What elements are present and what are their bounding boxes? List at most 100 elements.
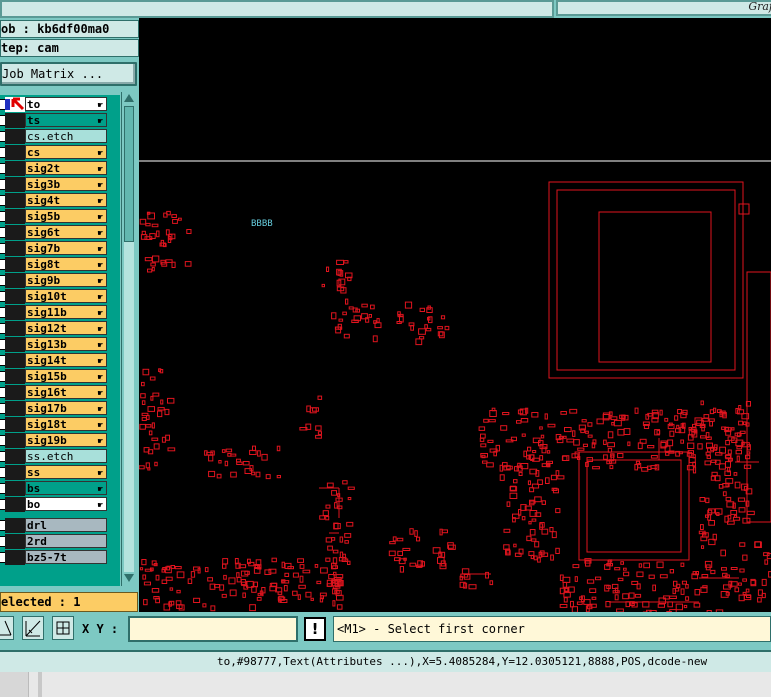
layer-color-swatch[interactable] — [5, 177, 25, 192]
layer-color-swatch[interactable] — [5, 145, 25, 160]
hand-icon: ☛ — [97, 117, 103, 127]
scroll-up-arrow-icon[interactable] — [124, 94, 134, 102]
layer-color-swatch[interactable] — [5, 113, 25, 128]
layer-separator[interactable]: ss.etch — [0, 449, 120, 464]
graphics-canvas[interactable]: BBBB — [139, 18, 771, 612]
pcb-pad — [342, 311, 347, 316]
layer-color-swatch[interactable] — [5, 225, 25, 240]
layer-row[interactable]: bs ☛ — [0, 481, 120, 496]
zoom-arrow-button[interactable] — [0, 616, 14, 640]
layer-color-swatch[interactable] — [5, 401, 25, 416]
layer-color-swatch[interactable] — [5, 289, 25, 304]
layer-color-swatch[interactable] — [5, 433, 25, 448]
layer-row[interactable]: sig14t ☛ — [0, 353, 120, 368]
layer-row[interactable]: cs ☛ — [0, 145, 120, 160]
pcb-pad — [687, 442, 695, 450]
layer-row[interactable]: sig5b ☛ — [0, 209, 120, 224]
pcb-pad — [142, 368, 150, 376]
layer-color-swatch[interactable] — [5, 497, 25, 512]
pcb-pad — [534, 496, 542, 503]
layer-color-swatch[interactable] — [5, 465, 25, 480]
layer-list-scrollbar[interactable] — [121, 92, 137, 586]
layer-row[interactable]: sig17b ☛ — [0, 401, 120, 416]
grid-snap-button[interactable] — [52, 616, 74, 640]
layer-row[interactable]: sig3b ☛ — [0, 177, 120, 192]
layer-color-swatch[interactable] — [5, 534, 25, 549]
pcb-pad — [703, 414, 710, 419]
layer-color-swatch[interactable] — [5, 353, 25, 368]
measure-button[interactable] — [22, 616, 44, 640]
layer-separator[interactable]: cs.etch — [0, 129, 120, 144]
layer-color-swatch[interactable] — [5, 97, 25, 112]
layer-color-swatch[interactable] — [5, 550, 25, 565]
layer-row[interactable]: sig6t ☛ — [0, 225, 120, 240]
layer-row[interactable]: sig8t ☛ — [0, 257, 120, 272]
layer-name: sig5b ☛ — [25, 209, 107, 223]
pcb-pad — [734, 481, 741, 489]
layer-row[interactable]: sig13b ☛ — [0, 337, 120, 352]
pcb-pad — [700, 400, 704, 406]
layer-color-swatch[interactable] — [5, 321, 25, 336]
pcb-pad — [204, 567, 209, 573]
pcb-pad — [738, 582, 742, 586]
layer-row[interactable]: drl — [0, 518, 120, 533]
pcb-pad — [659, 574, 668, 579]
scroll-down-arrow-icon[interactable] — [124, 574, 134, 582]
layer-row[interactable]: ts ☛ — [0, 113, 120, 128]
layer-row[interactable]: sig15b ☛ — [0, 369, 120, 384]
pcb-pad — [617, 428, 625, 436]
layer-color-swatch[interactable] — [5, 209, 25, 224]
layer-row[interactable]: sig4t ☛ — [0, 193, 120, 208]
pcb-pad — [249, 604, 256, 612]
layer-row[interactable]: bz5-7t — [0, 550, 120, 565]
pcb-pad — [667, 439, 674, 447]
pcb-pad — [607, 431, 614, 439]
layer-row[interactable]: sig10t ☛ — [0, 289, 120, 304]
bbbb-text[interactable]: BBBB — [251, 219, 273, 229]
layer-row[interactable]: sig9b ☛ — [0, 273, 120, 288]
pcb-pad — [331, 537, 336, 541]
layer-name: to ☛ — [25, 97, 107, 111]
layer-row[interactable]: sig18t ☛ — [0, 417, 120, 432]
layer-color-swatch[interactable] — [5, 449, 25, 464]
layer-row[interactable]: 2rd — [0, 534, 120, 549]
pcb-view[interactable]: BBBB — [139, 18, 771, 612]
job-matrix-button[interactable]: Job Matrix ... — [0, 62, 137, 86]
layer-color-swatch[interactable] — [5, 161, 25, 176]
pcb-pad — [555, 508, 561, 514]
pcb-pad — [539, 455, 544, 461]
layer-color-swatch[interactable] — [5, 518, 25, 533]
pcb-pad — [161, 436, 166, 443]
pcb-pad — [641, 467, 649, 472]
layer-color-swatch[interactable] — [5, 129, 25, 144]
pcb-pad — [761, 578, 767, 586]
pcb-pad — [603, 439, 607, 446]
alert-button[interactable]: ! — [304, 617, 326, 641]
layer-color-swatch[interactable] — [5, 273, 25, 288]
layer-row[interactable]: sig11b ☛ — [0, 305, 120, 320]
pcb-pad — [316, 580, 322, 585]
layer-color-swatch[interactable] — [5, 305, 25, 320]
layer-color-swatch[interactable] — [5, 241, 25, 256]
layer-color-swatch[interactable] — [5, 337, 25, 352]
layer-row[interactable]: bo ☛ — [0, 497, 120, 512]
layer-row[interactable]: sig2t ☛ — [0, 161, 120, 176]
layer-row[interactable]: ss ☛ — [0, 465, 120, 480]
layer-row[interactable]: sig19b ☛ — [0, 433, 120, 448]
layer-color-swatch[interactable] — [5, 369, 25, 384]
layer-name: sig12t ☛ — [25, 321, 107, 335]
layer-row[interactable]: to ☛ — [0, 97, 120, 112]
pcb-pad — [757, 597, 762, 603]
layer-color-swatch[interactable] — [5, 193, 25, 208]
xy-input[interactable] — [128, 616, 298, 642]
layer-row[interactable]: sig16t ☛ — [0, 385, 120, 400]
layer-row[interactable]: sig12t ☛ — [0, 321, 120, 336]
layer-color-swatch[interactable] — [5, 257, 25, 272]
scroll-thumb[interactable] — [124, 106, 134, 242]
layer-color-swatch[interactable] — [5, 481, 25, 496]
pcb-pad — [669, 595, 677, 599]
layer-row[interactable]: sig7b ☛ — [0, 241, 120, 256]
layer-color-swatch[interactable] — [5, 385, 25, 400]
layer-color-swatch[interactable] — [5, 417, 25, 432]
pcb-pad — [669, 430, 675, 437]
